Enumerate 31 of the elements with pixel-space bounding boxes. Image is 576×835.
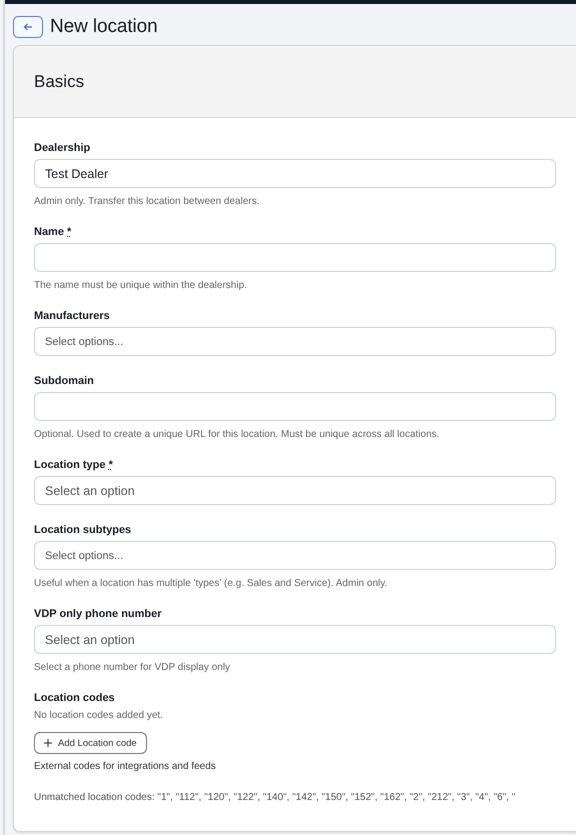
select-field[interactable]: Select an option [34, 476, 556, 505]
text-field[interactable] [34, 243, 556, 272]
required-mark: * [108, 459, 113, 471]
required-mark: * [67, 226, 72, 238]
field-label: Location subtypes [34, 524, 132, 536]
page-title: New location [50, 16, 158, 38]
back-arrow-icon [23, 23, 33, 31]
text-field[interactable]: Test Dealer [34, 159, 556, 188]
help-text: Admin only. Transfer this location between dealers. [34, 196, 260, 207]
field-label: Name [34, 226, 64, 238]
add-code-button[interactable]: Add Location code [34, 732, 147, 754]
help-text: External codes for integrations and feeds [34, 761, 217, 772]
help-text: Select a phone number for VDP display only [34, 662, 232, 673]
multiselect-field[interactable]: Select options... [34, 541, 556, 570]
field-label: Dealership [34, 142, 90, 154]
plus-icon [44, 739, 52, 747]
section-title: Basics [34, 72, 84, 92]
help-text: Optional. Used to create a unique URL for this location. Must be unique across all locations. [34, 429, 440, 440]
back-button[interactable] [13, 16, 43, 38]
field-label: Manufacturers [34, 310, 110, 322]
field-label: VDP only phone number [34, 608, 162, 620]
field-label: Location codes [34, 692, 116, 704]
select-field[interactable]: Select an option [34, 625, 556, 654]
field-label: Subdomain [34, 375, 94, 387]
empty-text: No location codes added yet. [34, 710, 164, 721]
text-field[interactable] [34, 392, 556, 421]
field-label: Location type [34, 459, 106, 471]
help-text: Useful when a location has multiple 'types' (e.g. Sales and Service). Admin only. [34, 578, 388, 589]
multiselect-field[interactable]: Select options... [34, 327, 556, 356]
unmatched-codes-text: Unmatched location codes: "1", "112", "120", "122", "140", "142", "150", "152", "162", "2", "212", "3", "4", "6", " [34, 792, 516, 803]
help-text: The name must be unique within the dealership. [34, 280, 248, 291]
